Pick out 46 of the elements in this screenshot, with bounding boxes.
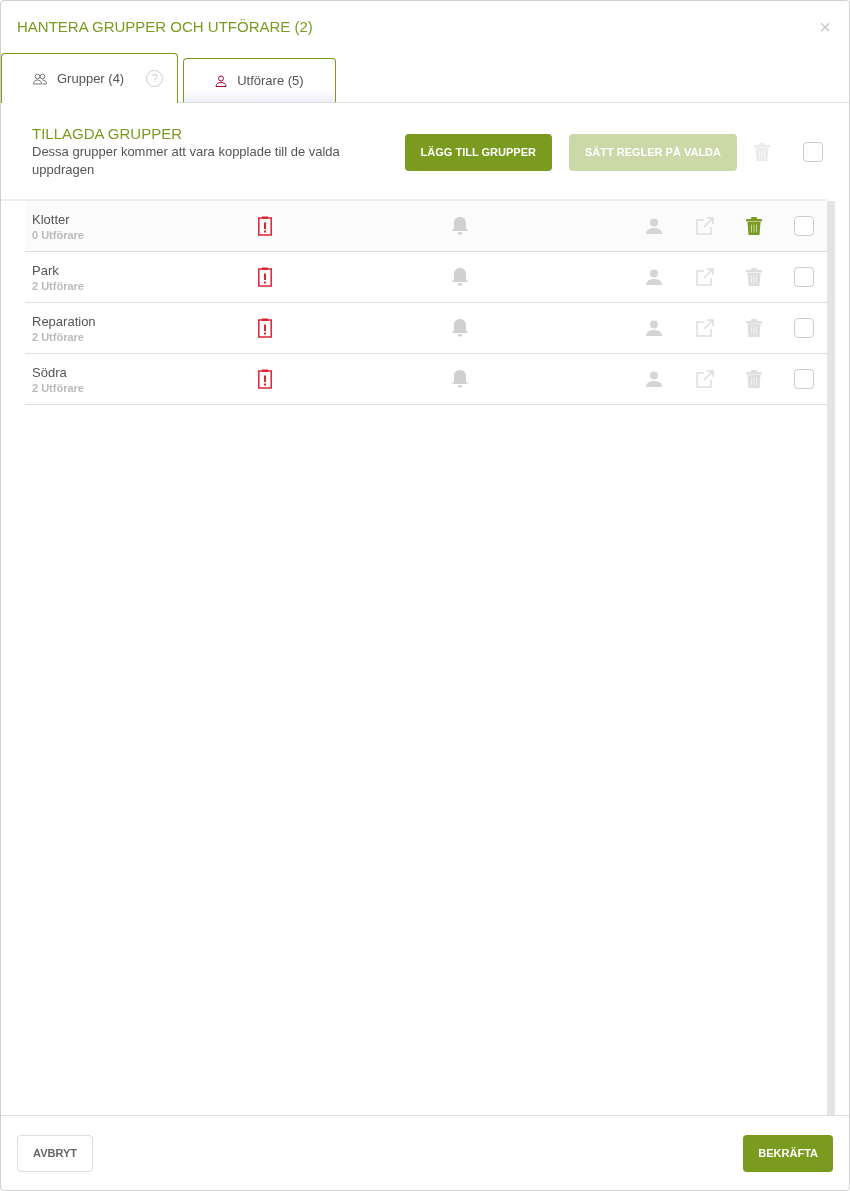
group-row[interactable]: Reparation 2 Utförare xyxy=(25,303,827,354)
person-icon[interactable] xyxy=(646,269,662,285)
group-row[interactable]: Klotter 0 Utförare xyxy=(25,201,827,252)
cancel-button[interactable]: AVBRYT xyxy=(17,1134,93,1172)
member-count: 2 Utförare xyxy=(32,329,85,344)
checkbox[interactable] xyxy=(794,369,814,389)
bell-icon[interactable] xyxy=(451,318,469,338)
checkbox[interactable] xyxy=(794,267,814,287)
checkbox[interactable] xyxy=(794,216,814,236)
member-count: 0 Utförare xyxy=(32,227,85,242)
external-link-icon[interactable] xyxy=(696,370,714,388)
people-icon xyxy=(33,72,47,85)
group-name: Reparation xyxy=(32,312,97,330)
tab[interactable]: Utförare (5) xyxy=(183,58,336,102)
external-link-icon[interactable] xyxy=(696,217,714,235)
group-name: Klotter xyxy=(32,210,71,228)
member-count: 2 Utförare xyxy=(32,278,85,293)
checkbox[interactable] xyxy=(803,142,823,162)
clipboard-alert-icon[interactable] xyxy=(258,216,272,236)
section-title: TILLAGDA GRUPPER xyxy=(32,125,184,143)
clipboard-alert-icon[interactable] xyxy=(258,318,272,338)
section-subtitle: Dessa grupper kommer att vara kopplade till de valda uppdragen xyxy=(32,143,341,179)
bell-icon[interactable] xyxy=(451,216,469,236)
trash-icon[interactable] xyxy=(746,268,762,286)
checkbox[interactable] xyxy=(794,318,814,338)
group-row[interactable]: Park 2 Utförare xyxy=(25,252,827,303)
person-icon[interactable] xyxy=(646,320,662,336)
member-count: 2 Utförare xyxy=(32,380,85,395)
trash-icon[interactable] xyxy=(746,370,762,388)
tab[interactable]: Grupper (4) ? xyxy=(1,53,179,103)
clipboard-alert-icon[interactable] xyxy=(258,369,272,389)
external-link-icon[interactable] xyxy=(696,268,714,286)
group-row[interactable]: Södra 2 Utförare xyxy=(25,354,827,405)
person-icon xyxy=(215,74,228,87)
scrollbar[interactable] xyxy=(827,201,835,1115)
person-icon[interactable] xyxy=(646,218,662,234)
trash-icon[interactable] xyxy=(746,217,762,235)
group-name: Södra xyxy=(32,363,68,381)
clipboard-alert-icon[interactable] xyxy=(258,267,272,287)
external-link-icon[interactable] xyxy=(696,319,714,337)
trash-icon[interactable] xyxy=(746,319,762,337)
dialog-title: HANTERA GRUPPER OCH UTFÖRARE (2) xyxy=(17,16,313,37)
bell-icon[interactable] xyxy=(451,267,469,287)
person-icon[interactable] xyxy=(646,371,662,387)
group-name: Park xyxy=(32,261,60,279)
bell-icon[interactable] xyxy=(451,369,469,389)
